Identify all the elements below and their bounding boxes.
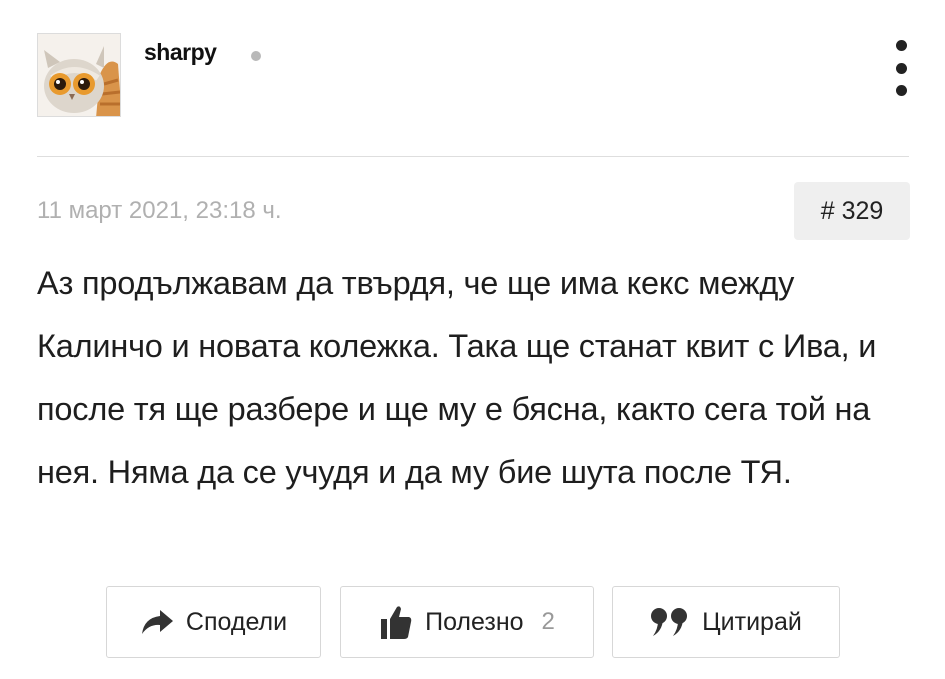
- quote-label: Цитирай: [702, 607, 802, 636]
- header-divider: [37, 156, 909, 157]
- online-status-indicator: [251, 51, 261, 61]
- share-button[interactable]: Сподели: [106, 586, 321, 658]
- quote-button[interactable]: Цитирай: [612, 586, 840, 658]
- post-timestamp: 11 март 2021, 23:18 ч.: [37, 197, 282, 224]
- useful-button[interactable]: Полезно 2: [340, 586, 594, 658]
- share-label: Сподели: [185, 607, 288, 636]
- useful-label: Полезно: [425, 607, 524, 636]
- post-number-badge[interactable]: # 329: [794, 182, 910, 240]
- quote-icon: [650, 607, 690, 637]
- username[interactable]: sharpy: [144, 39, 217, 66]
- post-body: Аз продължавам да твърдя, че ще има кекс…: [37, 265, 877, 490]
- thumbs-up-icon: [379, 604, 413, 640]
- more-vertical-icon[interactable]: [888, 40, 914, 96]
- owl-cat-avatar-icon: [38, 34, 120, 116]
- share-arrow-icon: [140, 608, 174, 636]
- useful-count: 2: [541, 608, 555, 635]
- avatar[interactable]: [37, 33, 121, 117]
